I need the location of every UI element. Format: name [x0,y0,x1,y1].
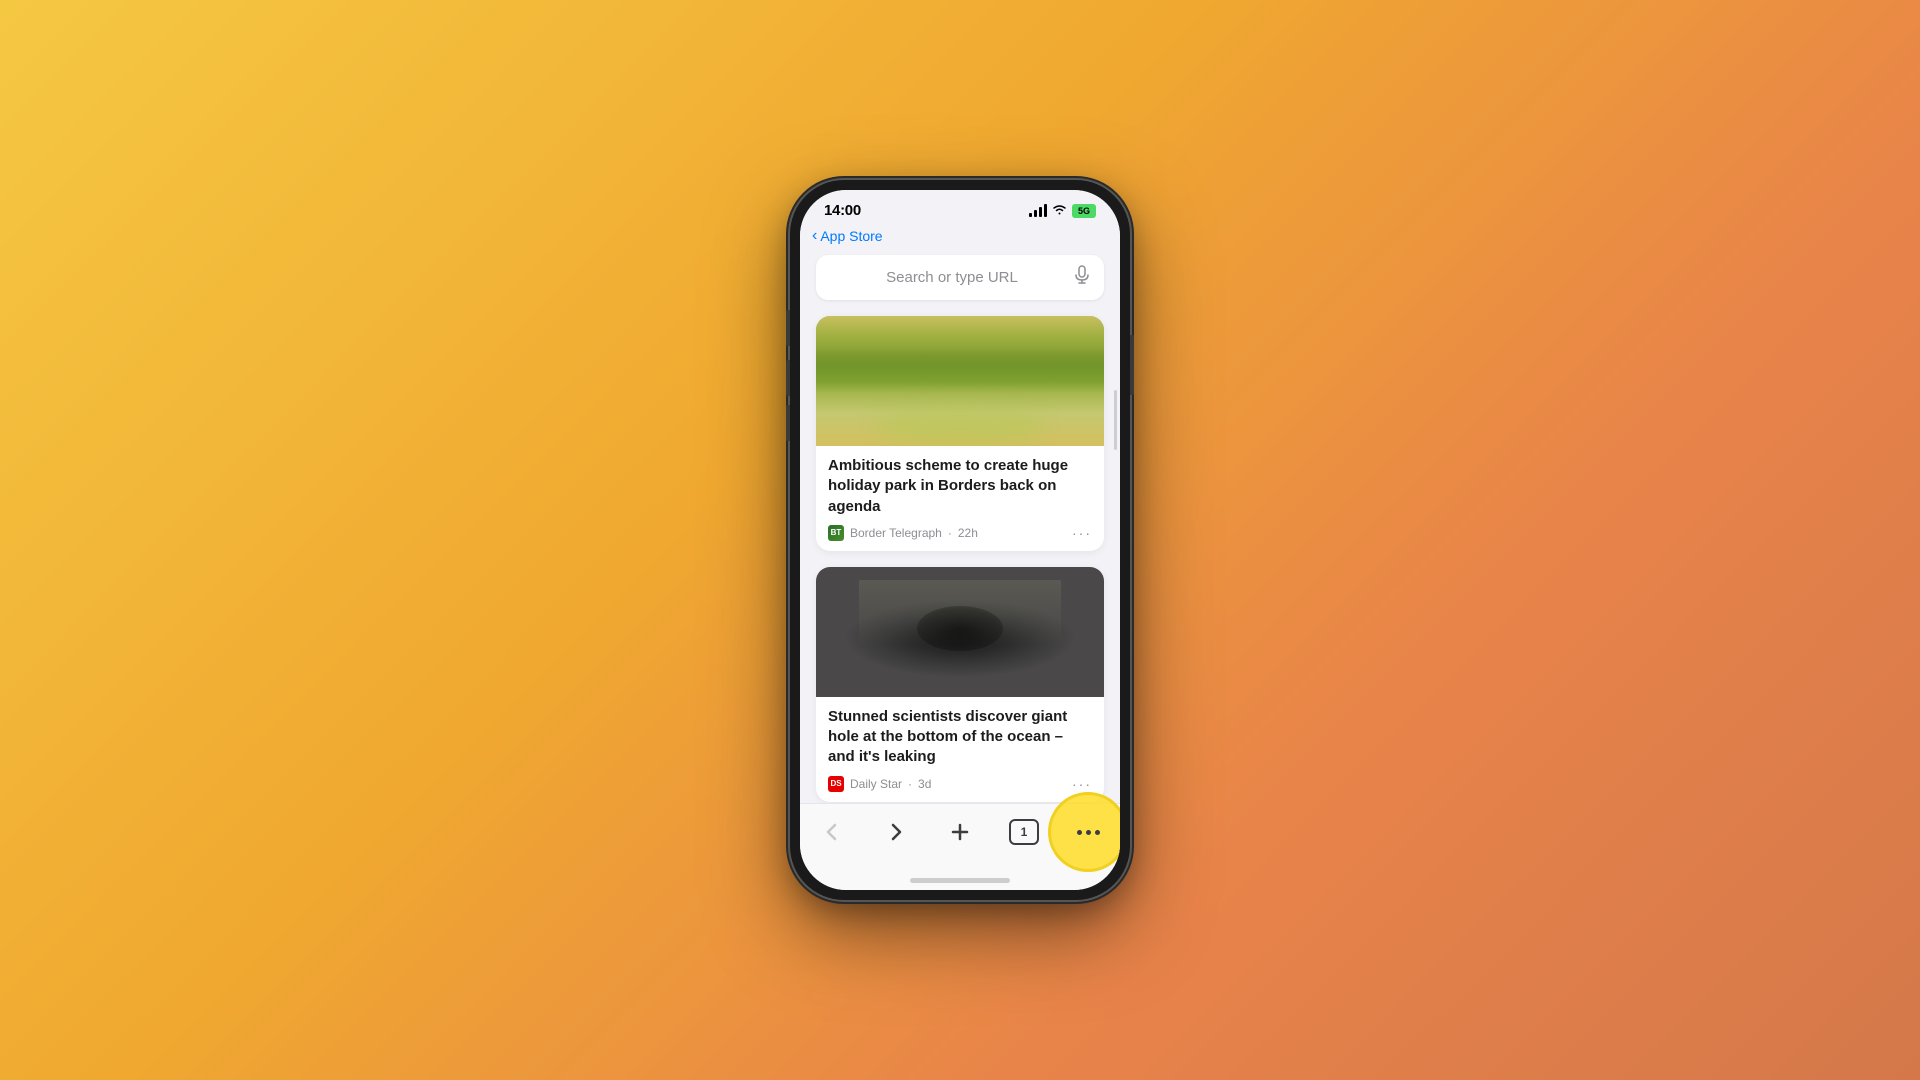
search-bar[interactable]: Search or type URL [816,255,1104,300]
back-arrow-icon: ‹ [812,227,817,245]
source-name-2: Daily Star [850,777,902,791]
mic-icon[interactable] [1074,265,1090,290]
signal-icon [1029,205,1047,217]
source-favicon-1: BT [828,525,844,541]
source-dot-2: · [908,777,912,791]
news-meta-2: DS Daily Star · 3d ··· [828,776,1092,792]
grassland-image [816,316,1104,446]
tabs-count-badge: 1 [1009,819,1039,845]
news-card-1[interactable]: Ambitious scheme to create huge holiday … [816,316,1104,551]
search-placeholder: Search or type URL [830,269,1074,286]
home-indicator [800,870,1120,890]
battery-icon: 5G [1072,204,1096,218]
news-source-1: BT Border Telegraph · 22h [828,525,978,541]
tabs-button[interactable]: 1 [1002,814,1046,850]
news-feed[interactable]: Ambitious scheme to create huge holiday … [800,308,1120,803]
add-tab-button[interactable] [938,814,982,850]
source-time-2: 3d [918,777,931,791]
news-source-2: DS Daily Star · 3d [828,776,931,792]
news-meta-1: BT Border Telegraph · 22h ··· [828,525,1092,541]
source-favicon-2: DS [828,776,844,792]
source-name-1: Border Telegraph [850,526,942,540]
back-label: App Store [820,228,882,244]
news-body-2: Stunned scientists discover giant hole a… [816,697,1104,802]
news-title-2: Stunned scientists discover giant hole a… [828,707,1092,768]
forward-button[interactable] [874,814,918,850]
home-bar [910,878,1010,883]
source-time-1: 22h [958,526,978,540]
bottom-toolbar: 1 [800,803,1120,870]
wifi-icon [1052,203,1067,218]
source-dot-1: · [948,526,952,540]
phone-screen: 14:00 5G [800,190,1120,890]
news-card-2[interactable]: Stunned scientists discover giant hole a… [816,567,1104,802]
article-more-btn-1[interactable]: ··· [1072,525,1092,541]
back-button[interactable] [810,814,854,850]
news-title-1: Ambitious scheme to create huge holiday … [828,456,1092,517]
status-icons: 5G [1029,203,1096,218]
news-image-2 [816,567,1104,697]
status-bar: 14:00 5G [800,190,1120,223]
scroll-indicator [1114,390,1117,450]
news-image-1 [816,316,1104,446]
more-menu-button[interactable] [1066,814,1110,850]
status-time: 14:00 [824,202,861,219]
back-nav[interactable]: ‹ App Store [800,223,1120,251]
more-menu-wrapper [1066,814,1110,850]
phone-container: 14:00 5G [790,180,1130,900]
search-bar-container: Search or type URL [800,251,1120,308]
article-more-btn-2[interactable]: ··· [1072,776,1092,792]
more-dots-icon [1077,830,1100,835]
ocean-image [816,567,1104,697]
news-body-1: Ambitious scheme to create huge holiday … [816,446,1104,551]
